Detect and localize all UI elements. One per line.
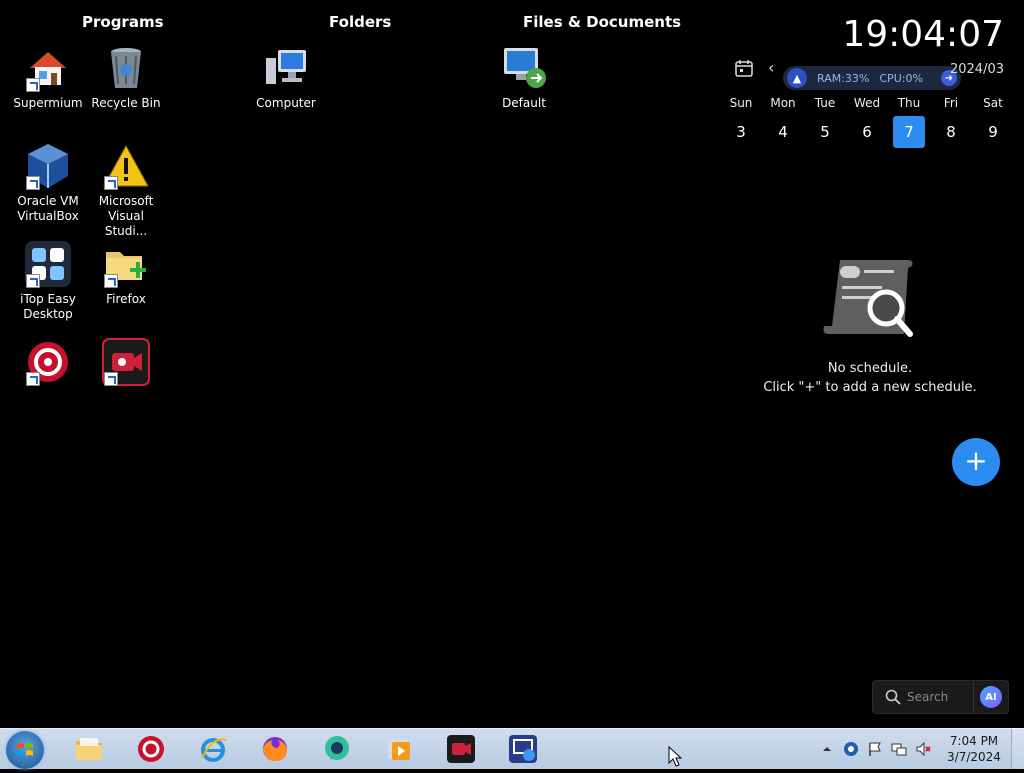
add-schedule-button[interactable]: + xyxy=(952,438,1000,486)
files-section-title: Files & Documents xyxy=(523,13,682,31)
desktop-icon-virtualbox[interactable]: Oracle VM VirtualBox xyxy=(8,142,88,224)
desktop-icon-supermium[interactable]: Supermium xyxy=(8,44,88,111)
desktop-icon-default[interactable]: Default xyxy=(484,44,564,111)
desktop-icon-visual-studio[interactable]: Microsoft Visual Studi... xyxy=(86,142,166,239)
desktop-icon-recorder[interactable] xyxy=(86,338,166,390)
action-center-flag-icon[interactable] xyxy=(866,740,884,758)
desktop-icon-firefox[interactable]: Firefox xyxy=(86,240,166,307)
internet-explorer-icon xyxy=(201,738,227,762)
computer-icon xyxy=(262,44,310,92)
itop-easy-desktop-icon xyxy=(24,240,72,288)
taskbar-chat-app[interactable] xyxy=(314,732,360,766)
firefox-icon xyxy=(263,737,287,761)
taskbar-ie[interactable] xyxy=(190,732,236,766)
desktop-icon-label: iTop Easy Desktop xyxy=(20,292,76,321)
weekday-fri: Fri xyxy=(943,96,959,110)
ai-icon: AI xyxy=(980,686,1002,708)
system-monitor-widget[interactable]: ▲ RAM:33% CPU:0% ➜ xyxy=(783,66,961,90)
folder-icon xyxy=(76,738,102,760)
calendar-day[interactable]: 8 xyxy=(935,116,967,148)
recycle-bin-icon xyxy=(102,44,150,92)
calendar-day-selected[interactable]: 7 xyxy=(893,116,925,148)
folders-section-title: Folders xyxy=(329,13,392,31)
screen-recorder-icon xyxy=(102,338,150,386)
tray-expand-icon[interactable] xyxy=(818,740,836,758)
calendar-day[interactable]: 5 xyxy=(809,116,841,148)
gear-refresh-icon xyxy=(138,736,164,762)
taskbar-explorer[interactable] xyxy=(66,732,112,766)
warning-icon xyxy=(102,142,150,190)
search-icon xyxy=(885,689,901,705)
windows-logo-icon xyxy=(17,743,33,756)
empty-schedule-illustration-icon xyxy=(820,256,916,346)
taskbar: 7:04 PM 3/7/2024 xyxy=(0,728,1024,769)
gear-refresh-icon xyxy=(24,338,72,386)
desktop-icon-label: Default xyxy=(502,96,546,110)
desktop-icon-label: Supermium xyxy=(13,96,83,110)
network-icon[interactable] xyxy=(890,740,908,758)
screen-recorder-icon xyxy=(447,735,475,763)
rocket-icon: ▲ xyxy=(787,68,807,88)
calendar-icon[interactable] xyxy=(734,58,754,78)
start-button[interactable] xyxy=(6,731,44,769)
desktop-icon-computer[interactable]: Computer xyxy=(246,44,326,111)
desktop-icon-label: Oracle VM VirtualBox xyxy=(17,194,79,223)
taskbar-remote-app[interactable] xyxy=(500,732,546,766)
desktop-icon-recycle-bin[interactable]: Recycle Bin xyxy=(86,44,166,111)
desktop-icon-label: Microsoft Visual Studi... xyxy=(98,194,154,238)
widget-clock: 19:04:07 xyxy=(842,14,1004,55)
empty-schedule-title: No schedule. xyxy=(827,361,913,376)
calendar-prev-icon[interactable]: ‹ xyxy=(768,58,774,77)
taskbar-date: 3/7/2024 xyxy=(947,750,1001,764)
desktop-icon-label: Firefox xyxy=(106,292,146,306)
ram-usage: RAM:33% xyxy=(817,71,870,85)
chat-bubble-icon xyxy=(325,736,349,760)
weekday-sun: Sun xyxy=(729,96,753,110)
calendar-day[interactable]: 6 xyxy=(851,116,883,148)
weekday-thu: Thu xyxy=(897,96,921,110)
taskbar-time: 7:04 PM xyxy=(949,734,999,748)
calendar-day[interactable]: 3 xyxy=(725,116,757,148)
taskbar-clock[interactable]: 7:04 PM 3/7/2024 xyxy=(944,733,1004,765)
desktop-search-box[interactable]: Search AI xyxy=(872,680,1009,714)
ai-assistant-button[interactable]: AI xyxy=(973,681,1008,713)
tray-app-icon[interactable] xyxy=(842,740,860,758)
cpu-usage: CPU:0% xyxy=(879,71,923,85)
remote-desktop-icon xyxy=(509,735,537,763)
folder-add-icon xyxy=(102,240,150,288)
taskbar-iobit[interactable] xyxy=(128,732,174,766)
empty-schedule-hint: Click "+" to add a new schedule. xyxy=(763,380,977,395)
remote-desktop-icon xyxy=(500,44,548,92)
weekday-tue: Tue xyxy=(814,96,836,110)
calendar-day[interactable]: 9 xyxy=(977,116,1009,148)
desktop-icon-label: Computer xyxy=(256,96,316,110)
taskbar-recorder[interactable] xyxy=(438,732,484,766)
programs-section-title: Programs xyxy=(82,13,164,31)
taskbar-media-player[interactable] xyxy=(376,732,422,766)
weekday-sat: Sat xyxy=(983,96,1003,110)
taskbar-firefox[interactable] xyxy=(252,732,298,766)
virtualbox-icon xyxy=(24,142,72,190)
calendar-day[interactable]: 4 xyxy=(767,116,799,148)
desktop-icon-label: Recycle Bin xyxy=(91,96,161,110)
search-placeholder: Search xyxy=(907,690,949,704)
supermium-icon xyxy=(24,44,72,92)
show-desktop-button[interactable] xyxy=(1011,729,1024,769)
weekday-wed: Wed xyxy=(853,96,881,110)
media-player-icon xyxy=(388,739,410,760)
weekday-mon: Mon xyxy=(770,96,796,110)
desktop-icon-iobit[interactable] xyxy=(8,338,88,390)
mouse-cursor-icon xyxy=(668,745,683,768)
volume-muted-icon[interactable] xyxy=(914,740,932,758)
system-tray xyxy=(818,729,938,769)
desktop-icon-itop[interactable]: iTop Easy Desktop xyxy=(8,240,88,322)
calendar-month: 2024/03 xyxy=(949,62,1004,77)
